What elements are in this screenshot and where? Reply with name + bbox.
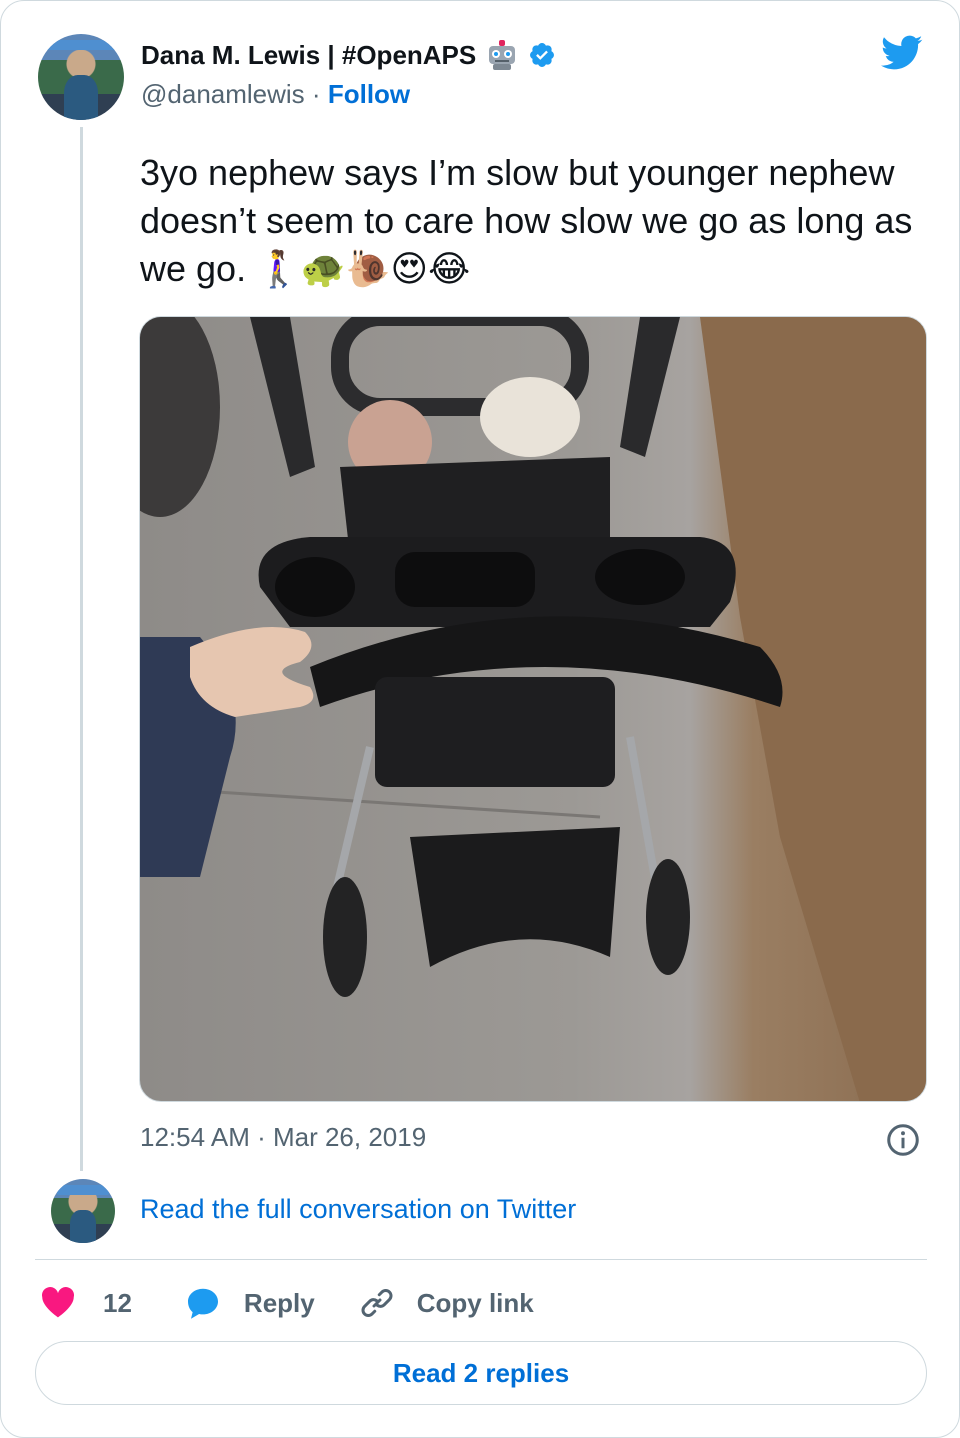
author-avatar[interactable] [38,34,124,120]
thread-line [80,127,83,1171]
robot-icon [489,40,516,70]
tweet-timestamp[interactable]: 12:54 AM · Mar 26, 2019 [140,1122,426,1153]
separator-dot: · [311,79,321,109]
author-handle-row: @danamlewis · Follow [141,79,410,110]
author-display-name[interactable]: Dana M. Lewis | #OpenAPS [141,40,476,71]
tweet-embed-card: Dana M. Lewis | #OpenAPS @danamlewis · F… [0,0,960,1438]
heart-icon [41,1287,75,1318]
copy-link-label: Copy link [416,1287,534,1318]
reply-avatar [51,1179,115,1243]
stroller-photo [140,317,926,1101]
follow-link[interactable]: Follow [328,79,410,109]
reply-button[interactable]: Reply [184,1285,315,1321]
author-handle[interactable]: @danamlewis [141,79,305,109]
divider [35,1259,927,1260]
link-icon [361,1289,393,1317]
tweet-text: 3yo nephew says I’m slow but younger nep… [140,152,913,289]
read-full-conversation-link[interactable]: Read the full conversation on Twitter [140,1194,576,1225]
action-bar: 12 Reply Copy link [39,1281,534,1325]
copy-link-button[interactable]: Copy link [359,1285,534,1321]
reply-label: Reply [243,1287,315,1318]
tweet-photo[interactable] [139,316,927,1102]
like-count: 12 [103,1287,132,1318]
twitter-bird-icon[interactable] [877,31,927,73]
like-button[interactable]: 12 [39,1285,132,1321]
author-name-row[interactable]: Dana M. Lewis | #OpenAPS [141,37,556,73]
reply-bubble-icon [187,1288,218,1319]
verified-badge-icon [530,43,555,67]
info-icon[interactable] [885,1122,921,1158]
read-replies-button[interactable]: Read 2 replies [35,1341,927,1405]
